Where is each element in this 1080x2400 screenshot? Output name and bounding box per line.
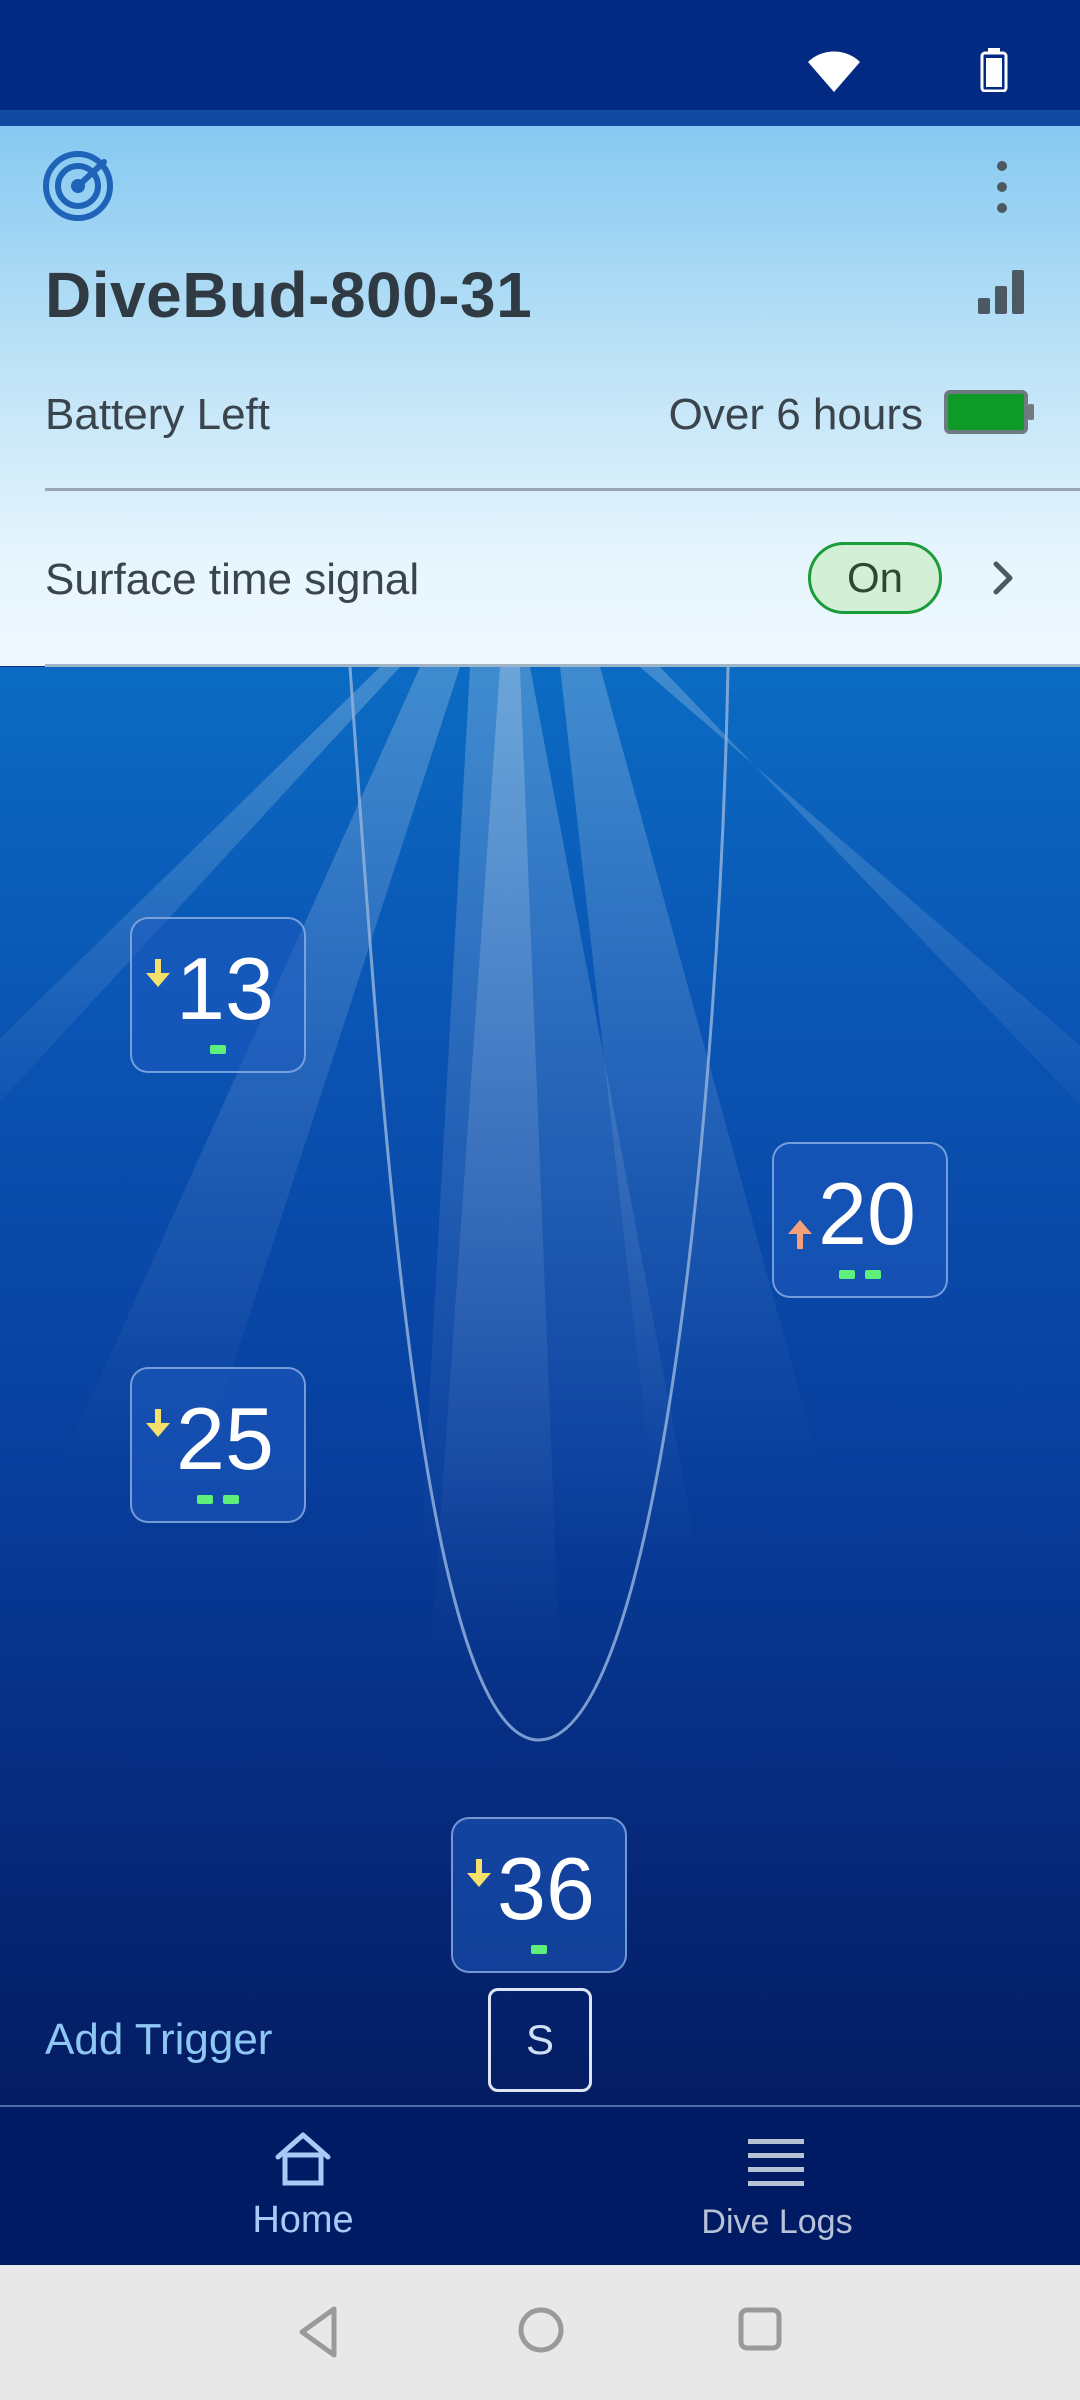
device-title: DiveBud-800-31 bbox=[45, 259, 533, 331]
marker-dots bbox=[132, 1041, 304, 1059]
marker-value: 20 bbox=[818, 1164, 916, 1263]
status-bar bbox=[0, 0, 1080, 110]
battery-label: Battery Left bbox=[45, 390, 271, 439]
recent-square-icon[interactable] bbox=[736, 2305, 784, 2353]
arrow-down-icon bbox=[146, 1409, 170, 1437]
marker-dots bbox=[453, 1941, 625, 1959]
signal-bars-icon bbox=[978, 270, 1024, 314]
status-strip bbox=[0, 110, 1080, 126]
back-triangle-icon[interactable] bbox=[296, 2303, 340, 2361]
s-button[interactable]: S bbox=[488, 1988, 592, 2092]
device-battery-icon bbox=[944, 390, 1034, 434]
marker-value: 13 bbox=[176, 939, 274, 1038]
home-icon bbox=[275, 2132, 331, 2186]
arrow-down-icon bbox=[467, 1859, 491, 1887]
divider bbox=[45, 488, 1080, 491]
more-vert-icon[interactable] bbox=[990, 160, 1014, 214]
menu-lines-icon bbox=[748, 2139, 804, 2186]
battery-value: Over 6 hours bbox=[668, 390, 923, 439]
marker-value: 25 bbox=[176, 1389, 274, 1488]
nav-label-home: Home bbox=[252, 2199, 354, 2241]
surface-signal-label: Surface time signal bbox=[45, 555, 420, 604]
nav-tab-home[interactable]: Home bbox=[200, 2107, 406, 2265]
battery-icon bbox=[980, 48, 1008, 92]
depth-marker[interactable]: 36 bbox=[451, 1817, 627, 1973]
depth-marker[interactable]: 13 bbox=[130, 917, 306, 1073]
system-navigation bbox=[0, 2265, 1080, 2400]
marker-dots bbox=[132, 1491, 304, 1509]
add-trigger-link[interactable]: Add Trigger bbox=[45, 2015, 272, 2065]
nav-tab-dive-logs[interactable]: Dive Logs bbox=[676, 2107, 878, 2265]
marker-dots bbox=[774, 1266, 946, 1284]
bottom-navigation: Home Dive Logs bbox=[0, 2107, 1080, 2265]
wifi-icon bbox=[808, 51, 860, 92]
depth-marker[interactable]: 25 bbox=[130, 1367, 306, 1523]
marker-value: 36 bbox=[497, 1839, 595, 1938]
surface-signal-toggle[interactable]: On bbox=[808, 542, 942, 614]
arrow-up-icon bbox=[788, 1220, 812, 1249]
chevron-right-icon[interactable] bbox=[990, 558, 1016, 598]
depth-marker[interactable]: 20 bbox=[772, 1142, 948, 1298]
radar-logo-icon[interactable] bbox=[42, 150, 114, 222]
home-circle-icon[interactable] bbox=[516, 2305, 566, 2355]
arrow-down-icon bbox=[146, 959, 170, 987]
nav-label-dive-logs: Dive Logs bbox=[701, 2203, 853, 2241]
